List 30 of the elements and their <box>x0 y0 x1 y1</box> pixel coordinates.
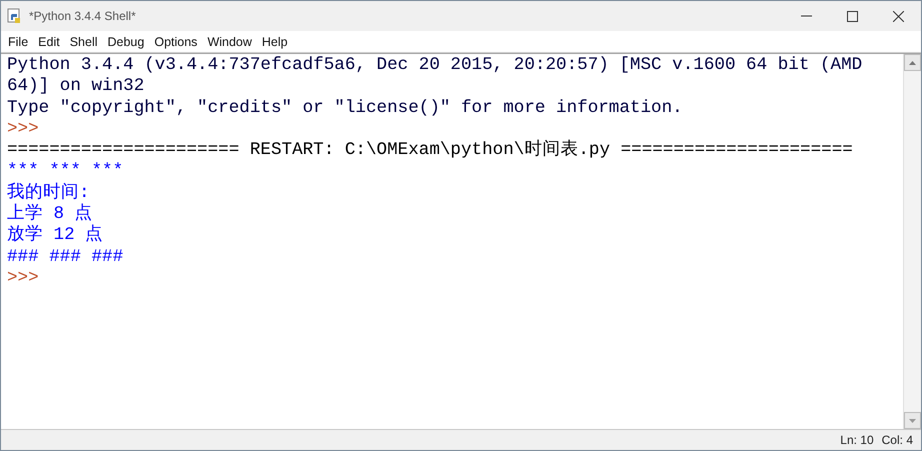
shell-line: 放学 12 点 <box>7 225 104 247</box>
shell-line: 上学 8 点 <box>7 204 94 224</box>
line-number: Ln: 10 <box>840 433 874 447</box>
scroll-up-button[interactable] <box>904 54 921 71</box>
python-logo-icon <box>7 8 23 24</box>
window-title: *Python 3.4.4 Shell* <box>29 9 137 23</box>
menu-item[interactable]: Window <box>202 31 257 52</box>
scroll-down-button[interactable] <box>904 412 921 429</box>
shell-prompt: >>> <box>7 118 40 140</box>
close-icon <box>892 10 904 22</box>
shell-line: ====================== RESTART: C:\OMExam\python\时间表.py ====================== <box>7 140 854 162</box>
menu-item[interactable]: Debug <box>102 31 150 52</box>
scrollbar[interactable] <box>903 54 921 429</box>
shell-prompt: >>> <box>7 268 40 290</box>
shell-line: Type "copyright", "credits" or "license()" for more information. <box>7 98 684 119</box>
down-arrow-icon <box>909 418 916 422</box>
column-number: Col: 4 <box>882 433 913 447</box>
menu-item[interactable]: File <box>3 31 34 52</box>
menu-item[interactable]: Edit <box>33 31 65 52</box>
maximize-icon <box>846 10 858 22</box>
shell-line: Python 3.4.4 (v3.4.4:737efcadf5a6, Dec 20 2015, 20:20:57) [MSC v.1600 64 bit (AMD <box>7 55 864 76</box>
shell-line: *** *** *** <box>7 161 124 182</box>
menu-item[interactable]: Options <box>149 31 202 52</box>
shell-line: 我的时间: <box>7 182 91 204</box>
up-arrow-icon <box>909 60 916 64</box>
shell-line: 64)] on win32 <box>7 76 146 98</box>
shell-line: ### ### ### <box>7 246 124 268</box>
menu-item[interactable]: Shell <box>64 31 102 52</box>
menu-item[interactable]: Help <box>256 31 293 52</box>
minimize-icon <box>800 15 812 17</box>
